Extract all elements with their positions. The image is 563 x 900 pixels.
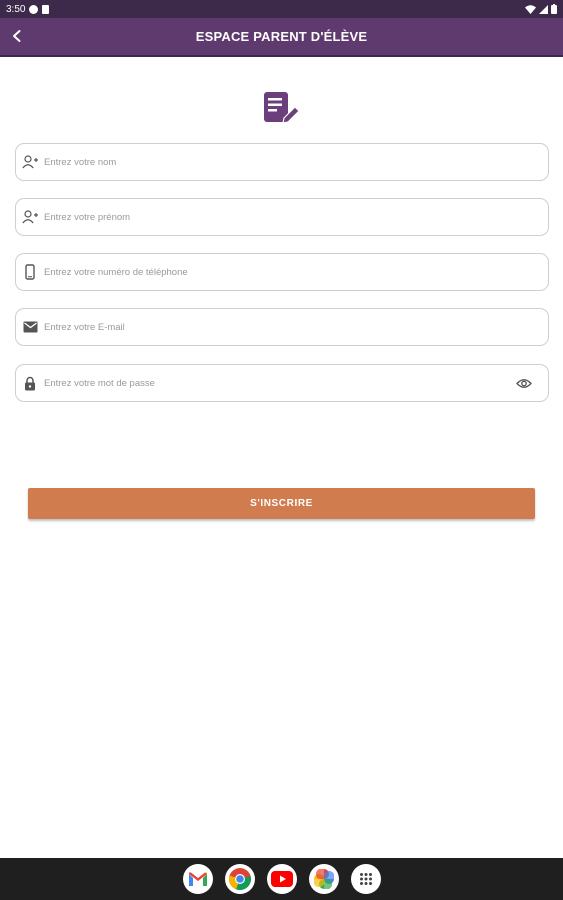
photos-icon	[313, 869, 334, 889]
toggle-password-visibility[interactable]	[514, 373, 534, 393]
firstname-field[interactable]	[15, 198, 549, 236]
photos-app[interactable]	[308, 864, 339, 894]
signup-button[interactable]: S'INSCRIRE	[28, 488, 535, 519]
status-left: 3:50	[6, 3, 50, 15]
firstname-input[interactable]	[44, 199, 548, 235]
phone-field[interactable]	[15, 253, 549, 291]
lock-icon	[22, 375, 38, 391]
sim-card-icon	[42, 4, 50, 14]
email-input[interactable]	[44, 309, 548, 345]
add-person-icon	[22, 154, 38, 170]
chrome-icon	[228, 868, 251, 891]
youtube-icon	[270, 871, 293, 887]
gmail-icon	[188, 872, 207, 886]
battery-icon	[551, 4, 557, 14]
back-button[interactable]	[6, 25, 28, 47]
mail-icon	[22, 319, 38, 335]
notification-icon	[29, 4, 39, 14]
password-input[interactable]	[44, 365, 514, 401]
edit-document-icon	[264, 92, 300, 124]
wifi-icon	[525, 4, 536, 14]
name-input[interactable]	[44, 144, 548, 180]
name-field[interactable]	[15, 143, 549, 181]
screen: 3:50 ESPACE PARENT D'ÉLÈVE Entrez votre …	[0, 0, 563, 900]
phone-input[interactable]	[44, 254, 548, 290]
chrome-app[interactable]	[224, 864, 255, 894]
gmail-app[interactable]	[182, 864, 213, 894]
eye-icon	[516, 378, 532, 388]
email-field[interactable]	[15, 308, 549, 346]
password-field[interactable]	[15, 364, 549, 402]
taskbar	[0, 858, 563, 900]
status-time: 3:50	[6, 3, 26, 15]
chevron-left-icon	[13, 30, 21, 42]
youtube-app[interactable]	[266, 864, 297, 894]
phone-icon	[22, 264, 38, 280]
signal-icon	[539, 4, 548, 14]
status-right	[525, 4, 557, 14]
status-bar: 3:50	[0, 0, 563, 18]
app-drawer[interactable]	[350, 864, 381, 894]
app-bar: ESPACE PARENT D'ÉLÈVE	[0, 18, 563, 57]
page-title: ESPACE PARENT D'ÉLÈVE	[195, 29, 368, 44]
add-person-icon	[22, 209, 38, 225]
apps-grid-icon	[359, 873, 372, 885]
